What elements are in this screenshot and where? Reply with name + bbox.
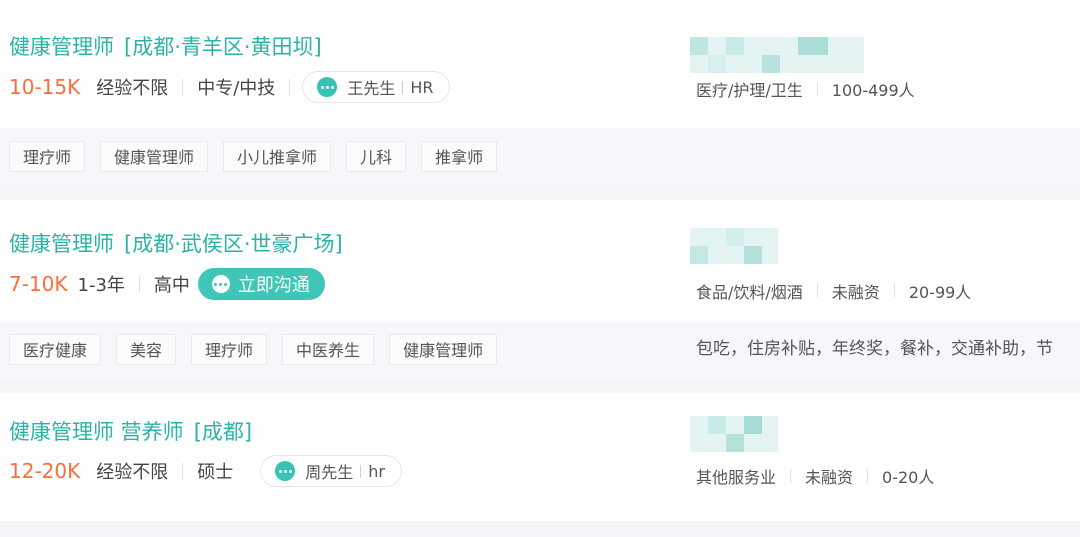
recruiter-role: hr [368,461,385,481]
salary: 10-15K [9,75,81,99]
job-title[interactable]: 健康管理师 营养师 [9,420,184,444]
divider [360,464,362,478]
experience: 1-3年 [77,275,125,296]
company-size: 20-99人 [908,283,972,302]
job-tag: 推拿师 [421,141,498,172]
job-tag: 健康管理师 [389,334,498,365]
education: 硕士 [197,462,234,483]
job-title-link[interactable]: 健康管理师 [成都·武侯区·世豪广场] [9,230,343,258]
chat-bubble-icon [275,461,296,481]
job-card[interactable]: 健康管理师 [成都·青羊区·黄田坝] 10-15K 经验不限 中专/中技 王先生 … [0,0,1080,186]
job-tag: 美容 [116,334,177,365]
job-tag: 医疗健康 [9,334,102,365]
job-tag: 儿科 [346,141,407,172]
job-tag: 理疗师 [9,141,86,172]
job-meta: 12-20K 经验不限 硕士 周先生 hr [9,455,402,487]
company-logo[interactable] [690,37,864,73]
job-card[interactable]: 健康管理师 营养师 [成都] 12-20K 经验不限 硕士 周先生 hr 其他服务… [0,393,1080,521]
job-location: [成都] [193,420,253,444]
company-logo[interactable] [690,228,778,264]
company-industry: 其他服务业 [696,468,777,487]
experience: 经验不限 [96,462,169,483]
divider [816,284,818,298]
experience: 经验不限 [96,78,169,99]
job-tag: 健康管理师 [100,141,209,172]
job-title[interactable]: 健康管理师 [9,232,114,256]
company-size: 100-499人 [831,81,915,100]
job-tag: 中医养生 [282,334,375,365]
company-funding: 未融资 [805,468,854,487]
chat-now-label: 立即沟通 [237,275,310,296]
recruiter-pill[interactable]: 周先生 hr [260,455,402,487]
divider [893,284,895,298]
chat-bubble-icon [317,77,338,97]
company-industry: 食品/饮料/烟酒 [696,283,803,302]
recruiter-name: 周先生 [305,463,354,482]
job-card[interactable]: 健康管理师 [成都·武侯区·世豪广场] 7-10K 1-3年 高中 立即沟通 食品… [0,200,1080,379]
job-title-link[interactable]: 健康管理师 [成都·青羊区·黄田坝] [9,33,322,61]
job-tags: 理疗师 健康管理师 小儿推拿师 儿科 推拿师 [9,141,512,172]
divider [402,80,404,94]
job-tag: 小儿推拿师 [223,141,332,172]
job-location: [成都·武侯区·世豪广场] [124,232,343,256]
company-info: 食品/饮料/烟酒 未融资 20-99人 [696,280,971,302]
divider [182,78,184,96]
tag-row: 理疗师 健康管理师 小儿推拿师 儿科 推拿师 [0,128,1080,186]
company-benefits: 包吃，住房补贴，年终奖，餐补，交通补助，节 [696,339,1053,359]
divider [182,462,184,480]
company-logo[interactable] [690,416,778,452]
recruiter-pill[interactable]: 王先生 HR [302,71,451,103]
divider [138,275,140,293]
chat-bubble-icon [211,275,230,293]
job-tag: 理疗师 [191,334,268,365]
salary: 12-20K [9,459,81,483]
divider [867,469,869,483]
company-industry: 医疗/护理/卫生 [696,81,803,100]
company-size: 0-20人 [882,468,935,487]
job-meta: 10-15K 经验不限 中专/中技 王先生 HR [9,71,451,103]
salary: 7-10K [9,272,68,296]
divider [816,82,818,96]
company-funding: 未融资 [831,283,880,302]
chat-now-button[interactable]: 立即沟通 [197,268,325,300]
recruiter-role: HR [410,77,434,97]
job-location: [成都·青羊区·黄田坝] [124,35,322,59]
job-title[interactable]: 健康管理师 [9,35,114,59]
job-tags: 医疗健康 美容 理疗师 中医养生 健康管理师 [9,334,512,365]
company-info: 医疗/护理/卫生 100-499人 [696,78,915,100]
education: 中专/中技 [197,78,276,99]
divider [790,469,792,483]
job-meta: 7-10K 1-3年 高中 立即沟通 [9,268,325,300]
tag-row: 医疗健康 美容 理疗师 中医养生 健康管理师 包吃，住房补贴，年终奖，餐补，交通… [0,321,1080,379]
divider [289,78,291,96]
job-title-link[interactable]: 健康管理师 营养师 [成都] [9,418,252,446]
recruiter-name: 王先生 [347,79,396,98]
company-info: 其他服务业 未融资 0-20人 [696,465,934,487]
education: 高中 [153,275,190,296]
